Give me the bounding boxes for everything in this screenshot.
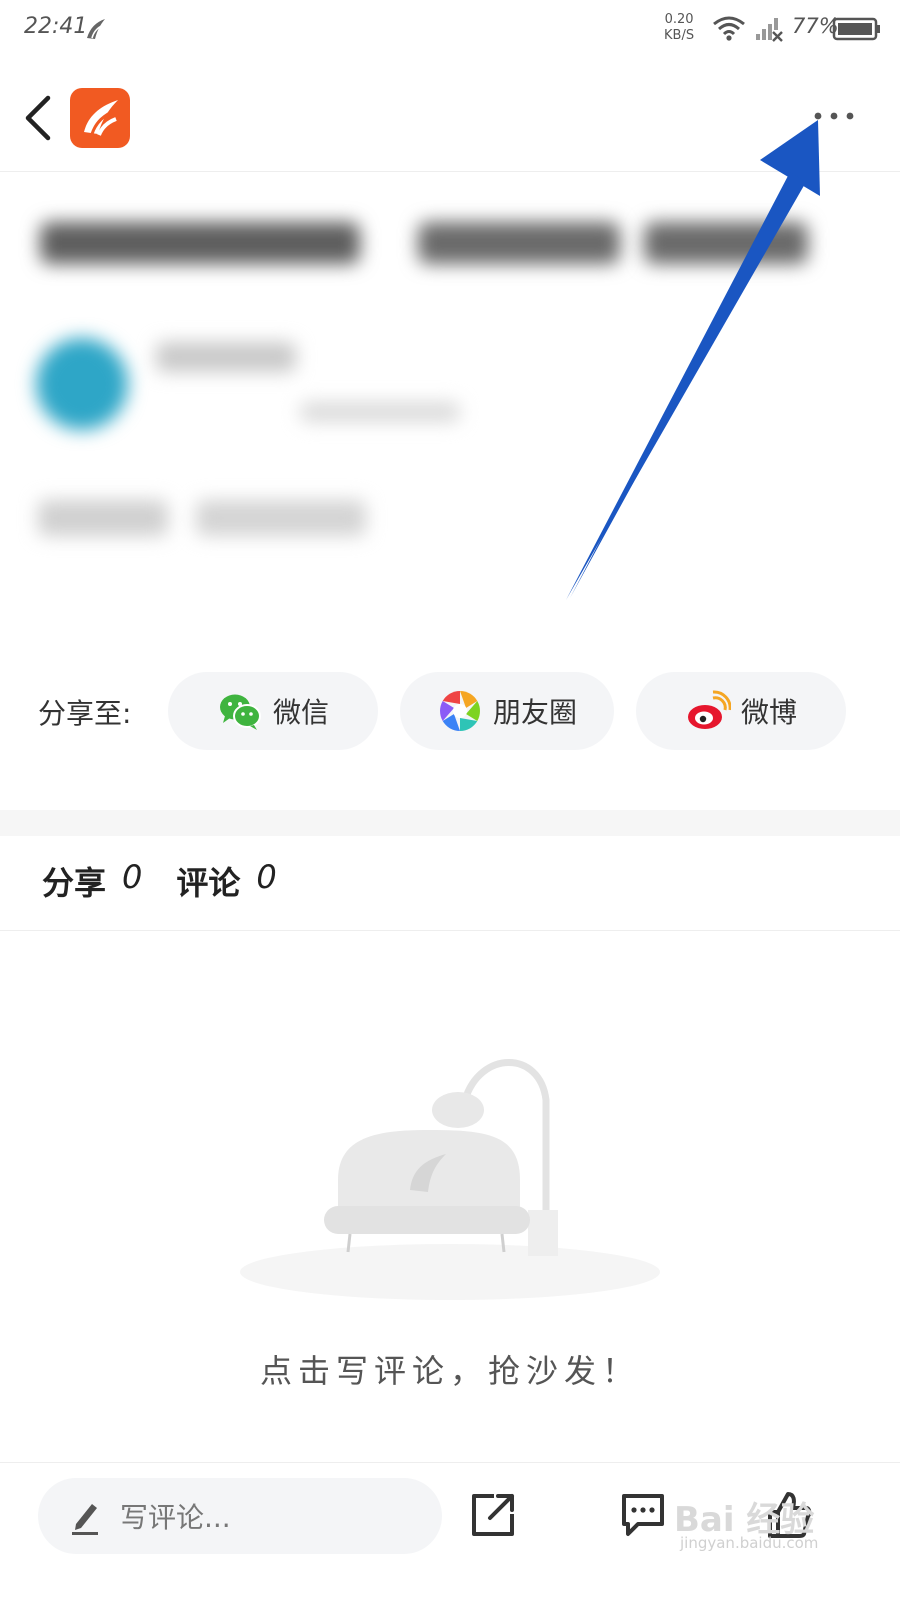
moments-icon <box>440 691 480 731</box>
share-wechat-button[interactable]: 微信 <box>168 672 378 750</box>
signal-icon <box>756 18 783 42</box>
back-icon[interactable] <box>20 94 56 142</box>
share-weibo-button[interactable]: 微博 <box>636 672 846 750</box>
blurred-title-part <box>644 222 808 264</box>
app-logo-icon <box>84 100 118 136</box>
section-separator <box>0 810 900 836</box>
share-count-value: 0 <box>122 858 143 896</box>
share-wechat-label: 微信 <box>272 696 329 729</box>
thumbs-up-icon[interactable] <box>764 1488 814 1540</box>
share-count-label: 分享 <box>42 864 107 902</box>
write-comment-placeholder: 写评论... <box>120 1501 231 1534</box>
share-out-icon[interactable] <box>468 1490 518 1540</box>
wifi-icon <box>713 16 745 41</box>
network-speed: 0.20 KB/S <box>664 12 694 44</box>
write-comment-input[interactable]: 写评论... <box>38 1478 442 1554</box>
weibo-icon <box>687 690 731 729</box>
empty-sofa-illustration <box>240 1059 660 1300</box>
blurred-author-meta <box>300 402 460 422</box>
app-logo[interactable] <box>70 88 130 148</box>
blurred-author-name <box>156 342 296 372</box>
counts-divider <box>0 930 900 931</box>
nav-divider <box>0 171 900 172</box>
share-to-label: 分享至: <box>38 697 132 730</box>
share-comment-counts: 分享 0 评论 0 <box>42 858 277 904</box>
blurred-tag <box>196 500 366 536</box>
status-time: 22:41 <box>24 14 88 39</box>
pen-icon <box>72 1504 98 1535</box>
comment-count-label: 评论 <box>176 864 241 902</box>
empty-state-text[interactable]: 点击写评论，抢沙发！ <box>0 1346 900 1392</box>
share-moments-label: 朋友圈 <box>492 696 577 729</box>
blurred-title-part <box>40 222 360 264</box>
app-notification-icon <box>87 19 105 39</box>
share-weibo-label: 微博 <box>740 696 797 729</box>
more-dots-icon[interactable] <box>810 108 870 128</box>
blurred-title-part <box>418 222 620 264</box>
network-speed-value: 0.20 <box>664 12 694 27</box>
battery-icon <box>832 17 880 41</box>
network-speed-unit: KB/S <box>664 28 695 43</box>
bottom-bar-divider <box>0 1462 900 1463</box>
wechat-icon <box>219 694 261 730</box>
comments-icon[interactable] <box>618 1490 668 1538</box>
blurred-author-avatar <box>36 338 128 430</box>
share-moments-button[interactable]: 朋友圈 <box>400 672 614 750</box>
comment-count-value: 0 <box>256 858 277 896</box>
blurred-tag <box>38 500 168 536</box>
